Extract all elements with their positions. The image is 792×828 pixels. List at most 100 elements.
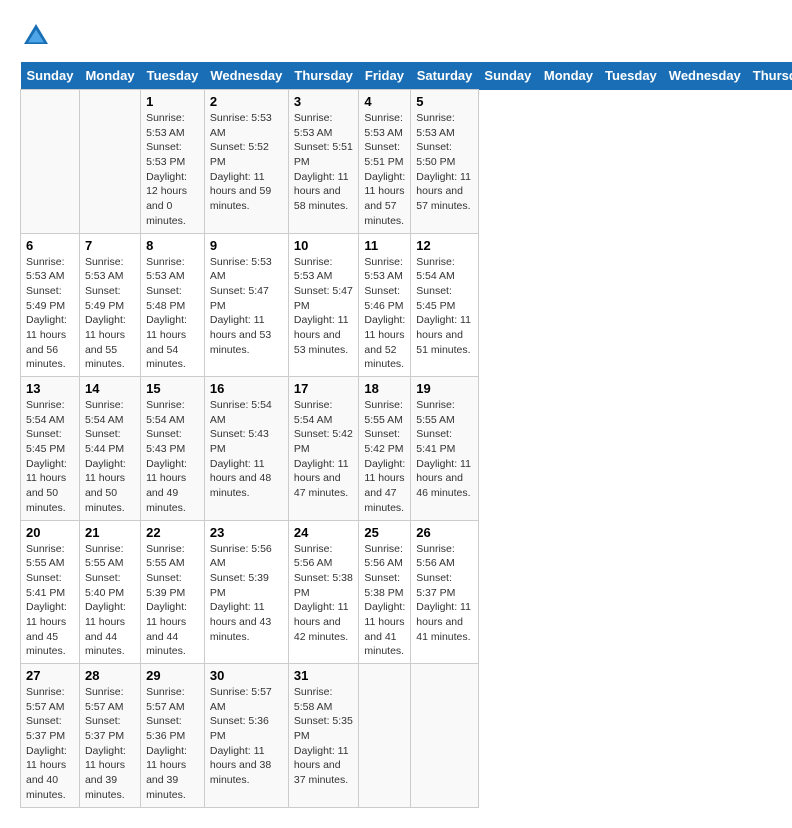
- logo-icon: [20, 20, 52, 52]
- calendar-cell: 12Sunrise: 5:54 AMSunset: 5:45 PMDayligh…: [411, 233, 479, 377]
- calendar-cell: [411, 664, 479, 808]
- day-number: 26: [416, 525, 473, 540]
- col-header-sunday: Sunday: [21, 62, 80, 90]
- col-header-wednesday: Wednesday: [204, 62, 288, 90]
- col-header-wednesday: Wednesday: [663, 62, 747, 90]
- calendar-cell: [21, 90, 80, 234]
- day-number: 29: [146, 668, 199, 683]
- calendar-cell: 1Sunrise: 5:53 AMSunset: 5:53 PMDaylight…: [141, 90, 205, 234]
- day-number: 9: [210, 238, 283, 253]
- calendar-cell: 25 Sunrise: 5:56 AMSunset: 5:38 PMDayligh…: [359, 520, 411, 664]
- day-number: 16: [210, 381, 283, 396]
- day-number: 31: [294, 668, 354, 683]
- col-header-tuesday: Tuesday: [599, 62, 663, 90]
- day-number: 28: [85, 668, 135, 683]
- calendar-week-1: 1Sunrise: 5:53 AMSunset: 5:53 PMDaylight…: [21, 90, 792, 234]
- day-number: 7: [85, 238, 135, 253]
- calendar-cell: 31 Sunrise: 5:58 AMSunset: 5:35 PMDayligh…: [288, 664, 359, 808]
- calendar-cell: 17Sunrise: 5:54 AMSunset: 5:42 PMDayligh…: [288, 377, 359, 521]
- col-header-sunday: Sunday: [478, 62, 537, 90]
- day-content: Sunrise: 5:57 AMSunset: 5:36 PMDaylight:…: [210, 685, 283, 788]
- calendar-cell: 7Sunrise: 5:53 AMSunset: 5:49 PMDaylight…: [79, 233, 140, 377]
- day-content: Sunrise: 5:53 AMSunset: 5:47 PMDaylight:…: [294, 255, 354, 358]
- day-content: Sunrise: 5:55 AMSunset: 5:41 PMDaylight:…: [416, 398, 473, 501]
- day-number: 20: [26, 525, 74, 540]
- day-content: Sunrise: 5:53 AMSunset: 5:48 PMDaylight:…: [146, 255, 199, 373]
- calendar-cell: [359, 664, 411, 808]
- calendar-cell: 14 Sunrise: 5:54 AMSunset: 5:44 PMDayligh…: [79, 377, 140, 521]
- day-content: Sunrise: 5:54 AMSunset: 5:44 PMDaylight:…: [85, 398, 135, 516]
- col-header-thursday: Thursday: [288, 62, 359, 90]
- day-number: 14: [85, 381, 135, 396]
- calendar-cell: 11Sunrise: 5:53 AMSunset: 5:46 PMDayligh…: [359, 233, 411, 377]
- day-content: Sunrise: 5:54 AMSunset: 5:43 PMDaylight:…: [146, 398, 199, 516]
- calendar-cell: 3Sunrise: 5:53 AMSunset: 5:51 PMDaylight…: [288, 90, 359, 234]
- calendar-cell: [79, 90, 140, 234]
- day-number: 23: [210, 525, 283, 540]
- calendar-week-4: 20 Sunrise: 5:55 AMSunset: 5:41 PMDayligh…: [21, 520, 792, 664]
- day-content: Sunrise: 5:57 AMSunset: 5:36 PMDaylight:…: [146, 685, 199, 803]
- calendar-cell: 10 Sunrise: 5:53 AMSunset: 5:47 PMDayligh…: [288, 233, 359, 377]
- day-number: 21: [85, 525, 135, 540]
- col-header-saturday: Saturday: [411, 62, 479, 90]
- calendar-cell: 29 Sunrise: 5:57 AMSunset: 5:36 PMDayligh…: [141, 664, 205, 808]
- calendar-cell: 5Sunrise: 5:53 AMSunset: 5:50 PMDaylight…: [411, 90, 479, 234]
- day-number: 8: [146, 238, 199, 253]
- day-content: Sunrise: 5:56 AMSunset: 5:38 PMDaylight:…: [364, 542, 405, 660]
- day-content: Sunrise: 5:56 AMSunset: 5:38 PMDaylight:…: [294, 542, 354, 645]
- calendar-cell: 22Sunrise: 5:55 AMSunset: 5:39 PMDayligh…: [141, 520, 205, 664]
- calendar-table: SundayMondayTuesdayWednesdayThursdayFrid…: [20, 62, 792, 808]
- day-content: Sunrise: 5:57 AMSunset: 5:37 PMDaylight:…: [26, 685, 74, 803]
- day-number: 27: [26, 668, 74, 683]
- day-content: Sunrise: 5:54 AMSunset: 5:45 PMDaylight:…: [26, 398, 74, 516]
- calendar-week-2: 6 Sunrise: 5:53 AMSunset: 5:49 PMDaylight…: [21, 233, 792, 377]
- page-header: [20, 20, 772, 52]
- day-number: 17: [294, 381, 354, 396]
- calendar-cell: 30 Sunrise: 5:57 AMSunset: 5:36 PMDayligh…: [204, 664, 288, 808]
- day-content: Sunrise: 5:55 AMSunset: 5:39 PMDaylight:…: [146, 542, 199, 660]
- day-number: 6: [26, 238, 74, 253]
- col-header-thursday: Thursday: [747, 62, 792, 90]
- day-number: 13: [26, 381, 74, 396]
- day-content: Sunrise: 5:55 AMSunset: 5:40 PMDaylight:…: [85, 542, 135, 660]
- day-content: Sunrise: 5:54 AMSunset: 5:43 PMDaylight:…: [210, 398, 283, 501]
- calendar-cell: 2Sunrise: 5:53 AMSunset: 5:52 PMDaylight…: [204, 90, 288, 234]
- logo: [20, 20, 58, 52]
- day-content: Sunrise: 5:53 AMSunset: 5:49 PMDaylight:…: [26, 255, 74, 373]
- col-header-friday: Friday: [359, 62, 411, 90]
- day-content: Sunrise: 5:53 AMSunset: 5:47 PMDaylight:…: [210, 255, 283, 358]
- calendar-cell: 13 Sunrise: 5:54 AMSunset: 5:45 PMDayligh…: [21, 377, 80, 521]
- calendar-cell: 18 Sunrise: 5:55 AMSunset: 5:42 PMDayligh…: [359, 377, 411, 521]
- calendar-cell: 19Sunrise: 5:55 AMSunset: 5:41 PMDayligh…: [411, 377, 479, 521]
- calendar-week-5: 27 Sunrise: 5:57 AMSunset: 5:37 PMDayligh…: [21, 664, 792, 808]
- calendar-cell: 4 Sunrise: 5:53 AMSunset: 5:51 PMDaylight…: [359, 90, 411, 234]
- day-number: 10: [294, 238, 354, 253]
- calendar-cell: 23 Sunrise: 5:56 AMSunset: 5:39 PMDayligh…: [204, 520, 288, 664]
- calendar-cell: 8 Sunrise: 5:53 AMSunset: 5:48 PMDaylight…: [141, 233, 205, 377]
- day-content: Sunrise: 5:53 AMSunset: 5:51 PMDaylight:…: [294, 111, 354, 214]
- calendar-cell: 6 Sunrise: 5:53 AMSunset: 5:49 PMDaylight…: [21, 233, 80, 377]
- day-number: 30: [210, 668, 283, 683]
- calendar-cell: 16 Sunrise: 5:54 AMSunset: 5:43 PMDayligh…: [204, 377, 288, 521]
- day-content: Sunrise: 5:55 AMSunset: 5:42 PMDaylight:…: [364, 398, 405, 516]
- calendar-cell: 28 Sunrise: 5:57 AMSunset: 5:37 PMDayligh…: [79, 664, 140, 808]
- calendar-cell: 27 Sunrise: 5:57 AMSunset: 5:37 PMDayligh…: [21, 664, 80, 808]
- calendar-cell: 20 Sunrise: 5:55 AMSunset: 5:41 PMDayligh…: [21, 520, 80, 664]
- day-number: 18: [364, 381, 405, 396]
- day-content: Sunrise: 5:58 AMSunset: 5:35 PMDaylight:…: [294, 685, 354, 788]
- day-content: Sunrise: 5:53 AMSunset: 5:53 PMDaylight:…: [146, 111, 199, 229]
- day-number: 25: [364, 525, 405, 540]
- calendar-header-row: SundayMondayTuesdayWednesdayThursdayFrid…: [21, 62, 792, 90]
- day-content: Sunrise: 5:53 AMSunset: 5:51 PMDaylight:…: [364, 111, 405, 229]
- calendar-week-3: 13 Sunrise: 5:54 AMSunset: 5:45 PMDayligh…: [21, 377, 792, 521]
- day-content: Sunrise: 5:54 AMSunset: 5:45 PMDaylight:…: [416, 255, 473, 358]
- day-number: 4: [364, 94, 405, 109]
- day-content: Sunrise: 5:57 AMSunset: 5:37 PMDaylight:…: [85, 685, 135, 803]
- calendar-cell: 26 Sunrise: 5:56 AMSunset: 5:37 PMDayligh…: [411, 520, 479, 664]
- day-content: Sunrise: 5:56 AMSunset: 5:39 PMDaylight:…: [210, 542, 283, 645]
- day-content: Sunrise: 5:53 AMSunset: 5:52 PMDaylight:…: [210, 111, 283, 214]
- calendar-cell: 21 Sunrise: 5:55 AMSunset: 5:40 PMDayligh…: [79, 520, 140, 664]
- day-content: Sunrise: 5:56 AMSunset: 5:37 PMDaylight:…: [416, 542, 473, 645]
- day-content: Sunrise: 5:55 AMSunset: 5:41 PMDaylight:…: [26, 542, 74, 660]
- col-header-monday: Monday: [79, 62, 140, 90]
